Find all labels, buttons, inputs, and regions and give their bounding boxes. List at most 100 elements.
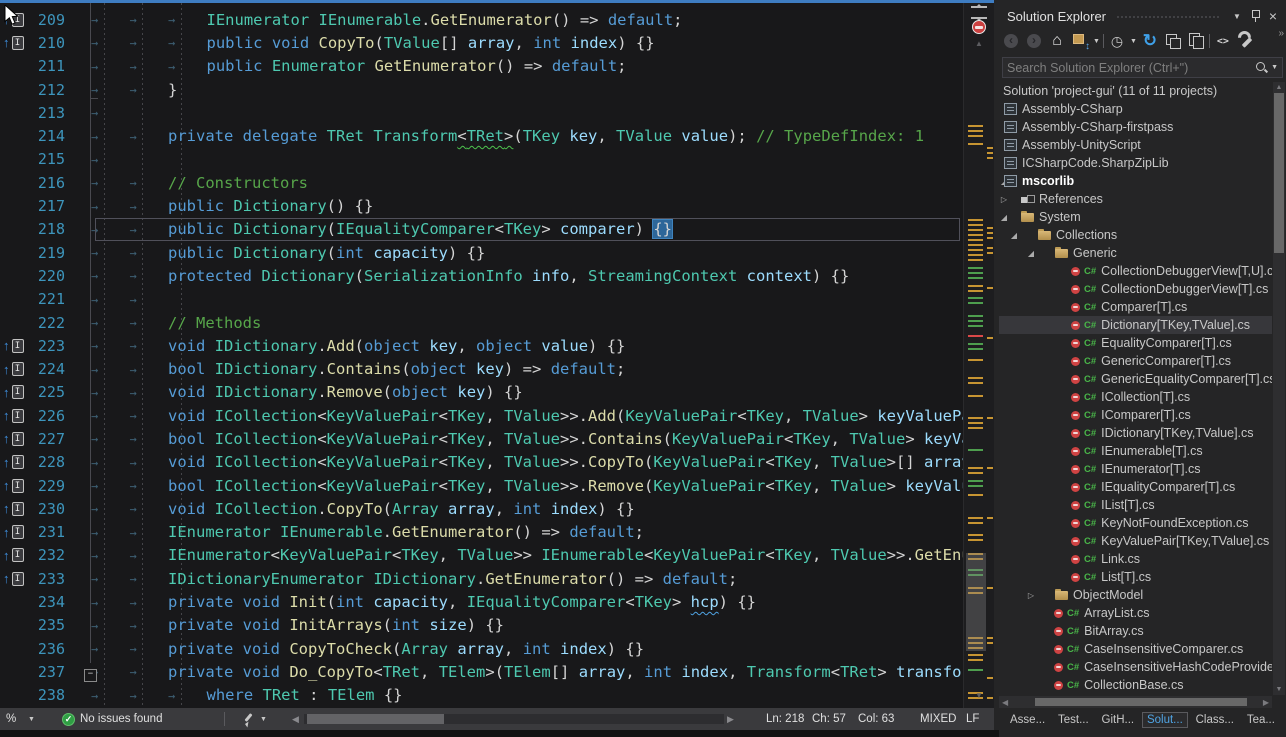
code-text[interactable]: →→ bbox=[78, 290, 963, 308]
properties-wrench-button[interactable] bbox=[1236, 31, 1256, 51]
scroll-left-arrow-icon[interactable]: ◀ bbox=[1002, 698, 1008, 707]
code-lines[interactable]: ↑I209→→→IEnumerator IEnumerable.GetEnume… bbox=[0, 8, 963, 708]
tree-item[interactable]: C#IEnumerator[T].cs bbox=[999, 460, 1272, 478]
tree-item[interactable]: C#KeyValuePair[TKey,TValue].cs bbox=[999, 532, 1272, 550]
code-line[interactable]: ↑I226→→void ICollection<KeyValuePair<TKe… bbox=[0, 404, 963, 427]
line-number[interactable]: 223 bbox=[30, 337, 78, 355]
search-icon[interactable] bbox=[1254, 61, 1268, 75]
code-text[interactable]: →→IDictionaryEnumerator IDictionary.GetE… bbox=[78, 570, 963, 588]
expander-open-icon[interactable]: ◢ bbox=[1026, 249, 1036, 258]
expander-closed-icon[interactable]: ▷ bbox=[999, 195, 1009, 204]
expander-open-icon[interactable]: ◢ bbox=[1009, 231, 1019, 240]
preview-selected-items-button[interactable] bbox=[1186, 31, 1206, 51]
panel-tab-tea[interactable]: Tea... bbox=[1242, 712, 1280, 728]
code-line[interactable]: ↑I209→→→IEnumerator IEnumerable.GetEnume… bbox=[0, 8, 963, 31]
tree-item[interactable]: C#EqualityComparer[T].cs bbox=[999, 334, 1272, 352]
implements-indicator-icon[interactable]: ↑I bbox=[0, 572, 30, 586]
scroll-up-arrow-icon[interactable]: ▲ bbox=[964, 39, 994, 48]
code-line[interactable]: 221→→ bbox=[0, 288, 963, 311]
editor-horizontal-scrollbar[interactable] bbox=[304, 714, 724, 724]
tree-item[interactable]: C#ICollection[T].cs bbox=[999, 388, 1272, 406]
collapse-all-button[interactable] bbox=[1163, 31, 1183, 51]
panel-tab-test[interactable]: Test... bbox=[1053, 712, 1094, 728]
tree-item[interactable]: Assembly-CSharp bbox=[999, 100, 1272, 118]
hscrollbar-thumb[interactable] bbox=[307, 714, 444, 724]
code-text[interactable]: →→void ICollection<KeyValuePair<TKey, TV… bbox=[78, 453, 963, 471]
code-line[interactable]: ↑I229→→bool ICollection<KeyValuePair<TKe… bbox=[0, 474, 963, 497]
line-number[interactable]: 230 bbox=[30, 500, 78, 518]
brush-dropdown-icon[interactable]: ▼ bbox=[260, 708, 267, 730]
health-status-text[interactable]: No issues found bbox=[80, 708, 162, 730]
line-number[interactable]: 229 bbox=[30, 477, 78, 495]
code-text[interactable]: → bbox=[78, 150, 963, 168]
code-text[interactable]: →→private delegate TRet Transform<TRet>(… bbox=[78, 127, 963, 145]
code-editor[interactable]: ↑I209→→→IEnumerator IEnumerable.GetEnume… bbox=[0, 3, 963, 708]
line-number[interactable]: 216 bbox=[30, 174, 78, 192]
code-text[interactable]: →→private void Init(int capacity, IEqual… bbox=[78, 593, 963, 611]
tree-item[interactable]: ◢Collections bbox=[999, 226, 1272, 244]
code-line[interactable]: ↑I232→→IEnumerator<KeyValuePair<TKey, TV… bbox=[0, 544, 963, 567]
zoom-control[interactable]: % bbox=[6, 708, 16, 730]
code-line[interactable]: 220→→protected Dictionary(SerializationI… bbox=[0, 264, 963, 287]
line-number[interactable]: 215 bbox=[30, 150, 78, 168]
code-text[interactable]: →→private void CopyToCheck(Array array, … bbox=[78, 640, 963, 658]
tree-item[interactable]: C#Dictionary[TKey,TValue].cs bbox=[999, 316, 1272, 334]
code-text[interactable]: →→void IDictionary.Remove(object key) {} bbox=[78, 383, 963, 401]
hscroll-right-arrow-icon[interactable]: ▶ bbox=[727, 708, 734, 730]
forward-button[interactable] bbox=[1024, 31, 1044, 51]
code-line[interactable]: 217→→public Dictionary() {} bbox=[0, 194, 963, 217]
implements-indicator-icon[interactable]: ↑I bbox=[0, 385, 30, 399]
back-button[interactable] bbox=[1001, 31, 1021, 51]
code-line[interactable]: 219→→public Dictionary(int capacity) {} bbox=[0, 241, 963, 264]
line-number[interactable]: 238 bbox=[30, 686, 78, 704]
splitter-handle-icon[interactable] bbox=[971, 6, 987, 19]
tree-item[interactable]: C#CollectionBase.cs bbox=[999, 676, 1272, 694]
zoom-dropdown-icon[interactable]: ▼ bbox=[28, 708, 35, 730]
line-number[interactable]: 211 bbox=[30, 57, 78, 75]
code-line[interactable]: ↑I233→→IDictionaryEnumerator IDictionary… bbox=[0, 567, 963, 590]
search-dropdown-icon[interactable]: ▼ bbox=[1271, 64, 1278, 71]
code-line[interactable]: ↑I227→→bool ICollection<KeyValuePair<TKe… bbox=[0, 427, 963, 450]
scrollbar-thumb[interactable] bbox=[1274, 93, 1284, 253]
pin-icon[interactable] bbox=[1246, 8, 1264, 24]
code-text[interactable]: →→bool ICollection<KeyValuePair<TKey, TV… bbox=[78, 430, 963, 448]
tree-item[interactable]: C#BitArray.cs bbox=[999, 622, 1272, 640]
line-number[interactable]: 236 bbox=[30, 640, 78, 658]
line-number[interactable]: 214 bbox=[30, 127, 78, 145]
tree-item[interactable]: ◢System bbox=[999, 208, 1272, 226]
tree-item[interactable]: C#IEnumerable[T].cs bbox=[999, 442, 1272, 460]
scroll-right-arrow-icon[interactable]: ▶ bbox=[1263, 698, 1269, 707]
hscrollbar-thumb[interactable] bbox=[1035, 698, 1247, 706]
code-text[interactable]: →→private void Do_CopyTo<TRet, TElem>(TE… bbox=[78, 663, 963, 681]
code-line[interactable]: ↑I230→→void ICollection.CopyTo(Array arr… bbox=[0, 497, 963, 520]
close-icon[interactable]: × bbox=[1264, 8, 1282, 24]
tree-item[interactable]: C#List[T].cs bbox=[999, 568, 1272, 586]
line-number[interactable]: 213 bbox=[30, 104, 78, 122]
scroll-down-arrow-icon[interactable]: ▼ bbox=[964, 691, 994, 700]
tree-item[interactable]: C#CollectionDebuggerView[T].cs bbox=[999, 280, 1272, 298]
code-text[interactable]: →→// Constructors bbox=[78, 174, 963, 192]
tree-item[interactable]: C#IDictionary[TKey,TValue].cs bbox=[999, 424, 1272, 442]
code-text[interactable]: →→→public void CopyTo(TValue[] array, in… bbox=[78, 34, 963, 52]
code-text[interactable]: →→void ICollection.CopyTo(Array array, i… bbox=[78, 500, 963, 518]
implements-indicator-icon[interactable]: ↑I bbox=[0, 432, 30, 446]
tree-item[interactable]: ▷References bbox=[999, 190, 1272, 208]
implements-indicator-icon[interactable]: ↑I bbox=[0, 339, 30, 353]
code-line[interactable]: 236→→private void CopyToCheck(Array arra… bbox=[0, 637, 963, 660]
tree-item[interactable]: ◢mscorlib bbox=[999, 172, 1272, 190]
filter-dropdown-icon[interactable]: ▼ bbox=[1130, 38, 1137, 45]
expander-closed-icon[interactable]: ▷ bbox=[1026, 591, 1036, 600]
status-field[interactable]: LF bbox=[966, 708, 979, 730]
format-brush-icon[interactable] bbox=[240, 708, 255, 730]
code-line[interactable]: 212→→} bbox=[0, 78, 963, 101]
code-line[interactable]: 238→→→where TRet : TElem {} bbox=[0, 684, 963, 707]
code-line[interactable]: 237→→private void Do_CopyTo<TRet, TElem>… bbox=[0, 660, 963, 683]
implements-indicator-icon[interactable]: ↑I bbox=[0, 479, 30, 493]
code-line[interactable]: 216→→// Constructors bbox=[0, 171, 963, 194]
switch-views-button[interactable] bbox=[1070, 31, 1090, 51]
implements-indicator-icon[interactable]: ↑I bbox=[0, 36, 30, 50]
tree-item[interactable]: Assembly-UnityScript bbox=[999, 136, 1272, 154]
tree-item[interactable]: C#IList[T].cs bbox=[999, 496, 1272, 514]
home-button[interactable] bbox=[1047, 31, 1067, 51]
code-text[interactable]: →→public Dictionary(int capacity) {} bbox=[78, 244, 963, 262]
